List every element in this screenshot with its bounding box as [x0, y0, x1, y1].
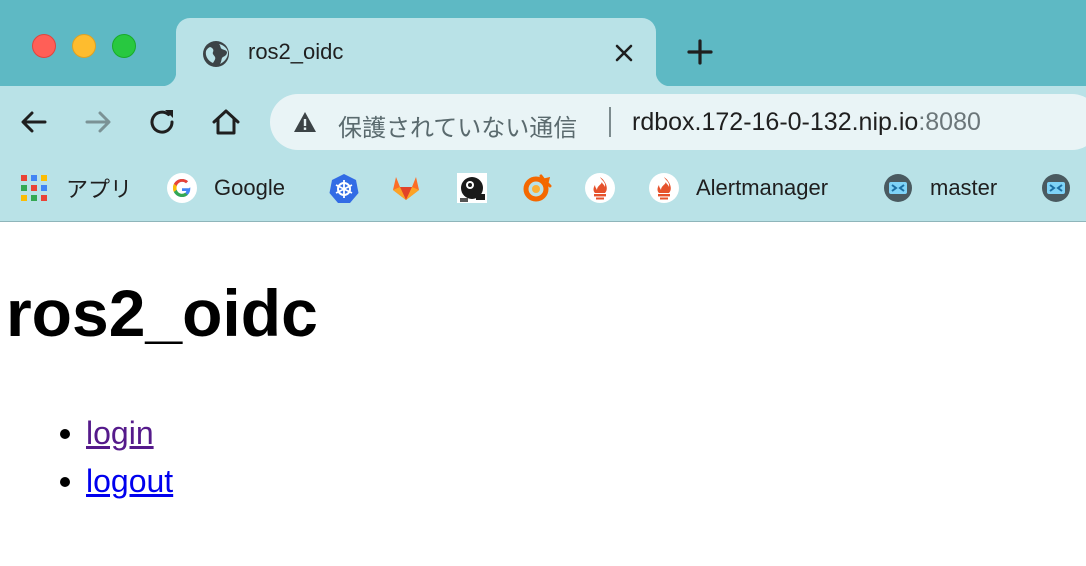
prometheus-icon [649, 173, 679, 203]
warning-icon[interactable] [292, 109, 318, 135]
url-host: rdbox.172-16-0-132.nip.io [632, 108, 919, 136]
bookmark-prometheus[interactable] [584, 170, 616, 206]
bookmark-extra[interactable] [1040, 170, 1072, 206]
bookmark-apps[interactable]: アプリ [18, 170, 132, 206]
forward-icon[interactable] [82, 106, 114, 138]
bookmark-gitlab[interactable] [390, 170, 422, 206]
bookmark-grafana[interactable] [520, 170, 552, 206]
bookmark-label: Google [214, 175, 285, 200]
bookmark-label: アプリ [66, 177, 133, 202]
bookmark-kubernetes[interactable] [328, 170, 360, 206]
bookmark-google[interactable]: Google [166, 170, 285, 206]
zoom-window-button[interactable] [112, 34, 136, 58]
bookmark-master[interactable]: master [882, 170, 997, 206]
list-item: login [56, 409, 173, 457]
close-window-button[interactable] [32, 34, 56, 58]
jenkins-icon [1042, 174, 1070, 202]
tab-active[interactable]: ros2_oidc [162, 18, 670, 86]
bookmark-label: master [930, 175, 998, 200]
new-tab-icon[interactable] [686, 38, 714, 66]
bookmark-robot[interactable] [456, 170, 488, 206]
list-item: logout [56, 457, 173, 505]
gitlab-icon [393, 177, 419, 200]
prometheus-icon [585, 173, 615, 203]
close-tab-icon[interactable] [612, 41, 636, 65]
google-icon [167, 173, 197, 203]
link-list: login logout [56, 409, 173, 505]
bookmark-alertmanager[interactable]: Alertmanager [648, 170, 828, 206]
kubernetes-icon [329, 174, 359, 203]
jenkins-icon [884, 174, 912, 202]
page-title: ros2_oidc [6, 276, 318, 350]
omnibox-divider [609, 107, 611, 137]
bookmarks-bar: アプリ Google Alertmanager master [0, 158, 1086, 222]
reload-icon[interactable] [146, 106, 178, 138]
robot-icon [457, 173, 487, 203]
toolbar: 保護されていない通信 rdbox.172-16-0-132.nip.io:808… [0, 86, 1086, 158]
page-content: ros2_oidc login logout [0, 223, 1086, 566]
login-link[interactable]: login [86, 415, 154, 451]
tab-strip: ros2_oidc [0, 0, 1086, 86]
address-bar[interactable]: 保護されていない通信 rdbox.172-16-0-132.nip.io:808… [270, 94, 1086, 150]
security-status-text[interactable]: 保護されていない通信 [338, 108, 577, 143]
home-icon[interactable] [210, 106, 242, 138]
apps-grid-icon [21, 175, 47, 201]
url-text[interactable]: rdbox.172-16-0-132.nip.io:8080 [632, 108, 981, 137]
grafana-icon [523, 174, 552, 202]
tab-title: ros2_oidc [248, 39, 344, 64]
back-icon[interactable] [18, 106, 50, 138]
globe-icon [203, 41, 229, 67]
url-port: :8080 [918, 108, 981, 136]
minimize-window-button[interactable] [72, 34, 96, 58]
bookmark-label: Alertmanager [696, 175, 829, 200]
logout-link[interactable]: logout [86, 463, 173, 499]
